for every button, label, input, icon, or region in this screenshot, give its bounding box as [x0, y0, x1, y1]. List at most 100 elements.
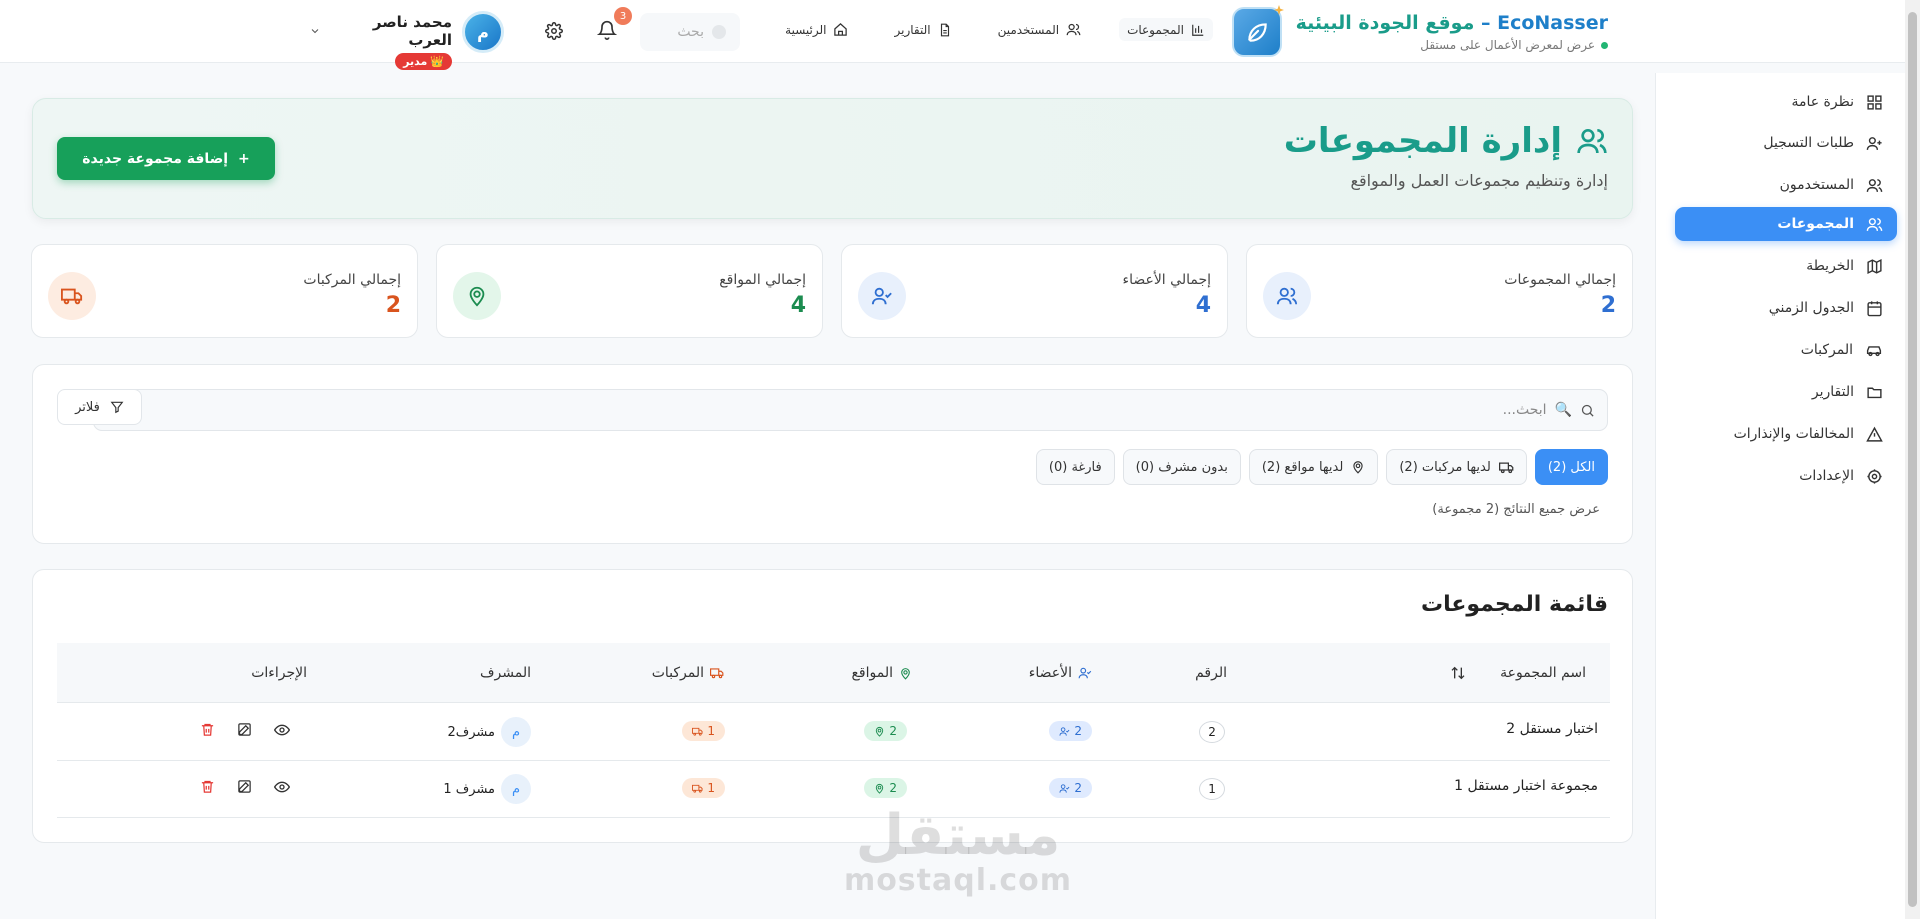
map-icon — [1867, 258, 1882, 274]
top-search-placeholder: بحث — [677, 24, 704, 40]
chip-has-sites[interactable]: لديها مواقع (2) — [1248, 449, 1379, 485]
truck-icon — [710, 668, 724, 679]
supervisor-cell: م مشرف 1 — [443, 774, 531, 804]
sidebar-item-label: المخالفات والإنذارات — [1733, 426, 1854, 442]
group-name: اختبار مستقل 2 — [1506, 721, 1598, 737]
column-header-name[interactable]: اسم المجموعة — [1450, 665, 1586, 681]
avatar[interactable]: م — [462, 11, 504, 53]
groups-table-card: قائمة المجموعات اسم المجموعة الرقم الأعض… — [32, 569, 1633, 843]
chip-label: لديها مركبات (2) — [1399, 459, 1491, 475]
stat-card-members: إجمالي الأعضاء 4 — [841, 244, 1228, 338]
add-group-button[interactable]: + إضافة مجموعة جديدة — [57, 137, 275, 180]
supervisor-cell: م مشرف2 — [447, 717, 531, 747]
crown-icon: 👑 — [430, 55, 444, 68]
edit-icon[interactable] — [237, 722, 252, 737]
stat-value: 2 — [1600, 293, 1616, 318]
column-label: الرقم — [1195, 665, 1227, 681]
top-search-input[interactable]: بحث — [640, 13, 740, 51]
chip-empty[interactable]: فارغة (0) — [1035, 449, 1115, 485]
brand-subtitle: عرض لمعرض الأعمال على مستقل — [1296, 38, 1608, 52]
status-dot-icon — [1601, 41, 1608, 49]
eye-icon[interactable] — [274, 722, 290, 738]
chip-all[interactable]: الكل (2) — [1534, 449, 1608, 485]
stat-label: إجمالي المجموعات — [1504, 272, 1616, 288]
sort-icon[interactable] — [1450, 665, 1466, 681]
bell-icon[interactable] — [597, 20, 617, 40]
sidebar-item-reports[interactable]: التقارير — [1675, 375, 1897, 409]
user-name: محمد ناصر العرب — [372, 13, 452, 49]
map-pin-icon — [453, 272, 501, 320]
chevron-down-icon[interactable] — [309, 25, 321, 37]
chip-no-supervisor[interactable]: بدون مشرف (0) — [1122, 449, 1241, 485]
add-group-label: إضافة مجموعة جديدة — [82, 150, 229, 167]
sites-count: 2 — [864, 778, 907, 798]
top-nav-label: المجموعات — [1127, 22, 1184, 37]
top-nav-groups[interactable]: المجموعات — [1119, 18, 1213, 41]
top-nav-users[interactable]: المستخدمين — [990, 18, 1089, 41]
warning-icon — [1866, 426, 1883, 442]
table-row[interactable]: اختبار مستقل 2 2 2 2 1 م مشرف2 — [57, 704, 1610, 761]
trash-icon[interactable] — [200, 779, 215, 794]
gear-icon[interactable] — [545, 22, 563, 40]
brand-title-en: EcoNasser – — [1480, 12, 1608, 34]
sidebar-item-vehicles[interactable]: المركبات — [1675, 333, 1897, 367]
calendar-icon — [1867, 300, 1882, 316]
page-title: إدارة المجموعات — [1284, 121, 1608, 161]
car-icon — [1866, 345, 1882, 356]
stat-value: 2 — [385, 293, 401, 318]
brand-title-ar: موقع الجودة البيئية — [1295, 12, 1475, 34]
filters-label: فلاتر — [75, 399, 100, 415]
members-count: 2 — [1049, 721, 1092, 741]
user-menu[interactable]: محمد ناصر العرب 👑 مدير — [335, 13, 452, 70]
sidebar-item-timeline[interactable]: الجدول الزمني — [1675, 291, 1897, 325]
user-check-icon — [1059, 783, 1070, 793]
sidebar-item-label: التقارير — [1811, 384, 1854, 400]
row-actions — [200, 722, 290, 738]
map-pin-icon — [901, 667, 910, 680]
top-nav: المجموعات المستخدمين التقارير الرئيسية — [777, 18, 1213, 41]
filters-button[interactable]: فلاتر — [57, 389, 142, 425]
scrollbar-thumb[interactable] — [1908, 12, 1917, 907]
stat-label: إجمالي الأعضاء — [1122, 272, 1211, 288]
sidebar-item-map[interactable]: الخريطة — [1675, 249, 1897, 283]
page-scrollbar[interactable] — [1905, 0, 1920, 919]
group-number: 2 — [1199, 721, 1225, 743]
settings-icon — [1867, 468, 1882, 484]
sidebar-item-settings[interactable]: الإعدادات — [1675, 459, 1897, 493]
vehicles-count: 1 — [682, 778, 725, 798]
leaf-logo-icon — [1231, 5, 1284, 57]
folder-icon — [1867, 387, 1882, 398]
supervisor-name: مشرف2 — [447, 724, 496, 740]
users-icon — [1866, 178, 1883, 192]
filter-icon — [110, 401, 124, 414]
chip-has-vehicles[interactable]: لديها مركبات (2) — [1386, 449, 1527, 485]
top-nav-label: الرئيسية — [785, 22, 827, 37]
stat-card-sites: إجمالي المواقع 4 — [436, 244, 823, 338]
trash-icon[interactable] — [200, 722, 215, 737]
table-title: قائمة المجموعات — [1420, 592, 1608, 617]
table-row[interactable]: مجموعة اختبار مستقل 1 1 2 2 1 م مشرف 1 — [57, 761, 1610, 818]
sidebar-item-violations[interactable]: المخالفات والإنذارات — [1675, 417, 1897, 451]
search-placeholder: ابحث... — [1502, 402, 1547, 418]
sidebar-item-overview[interactable]: نظرة عامة — [1675, 85, 1897, 119]
eye-icon[interactable] — [274, 779, 290, 795]
vehicles-count: 1 — [682, 721, 725, 741]
watermark: مستقل mostaql.com — [843, 808, 1073, 898]
top-nav-reports[interactable]: التقارير — [886, 18, 959, 41]
sidebar-item-users[interactable]: المستخدمون — [1675, 168, 1897, 202]
column-header-supervisor: المشرف — [480, 665, 531, 681]
sites-count: 2 — [864, 721, 907, 741]
sidebar-item-groups[interactable]: المجموعات — [1675, 207, 1897, 241]
brand[interactable]: EcoNasser – موقع الجودة البيئية عرض لمعر… — [1231, 5, 1608, 57]
sidebar-item-registrations[interactable]: طلبات التسجيل — [1675, 126, 1897, 160]
stat-label: إجمالي المواقع — [719, 272, 806, 288]
sidebar-item-label: المركبات — [1800, 342, 1853, 358]
chip-label: الكل (2) — [1547, 459, 1595, 475]
top-nav-label: المستخدمين — [997, 22, 1060, 37]
top-nav-home[interactable]: الرئيسية — [777, 18, 856, 41]
column-label: الإجراءات — [251, 665, 307, 681]
edit-icon[interactable] — [237, 779, 252, 794]
group-search-input[interactable]: 🔍 ابحث... — [93, 389, 1608, 431]
groups-icon — [1577, 129, 1607, 154]
bar-chart-icon — [1192, 24, 1204, 36]
